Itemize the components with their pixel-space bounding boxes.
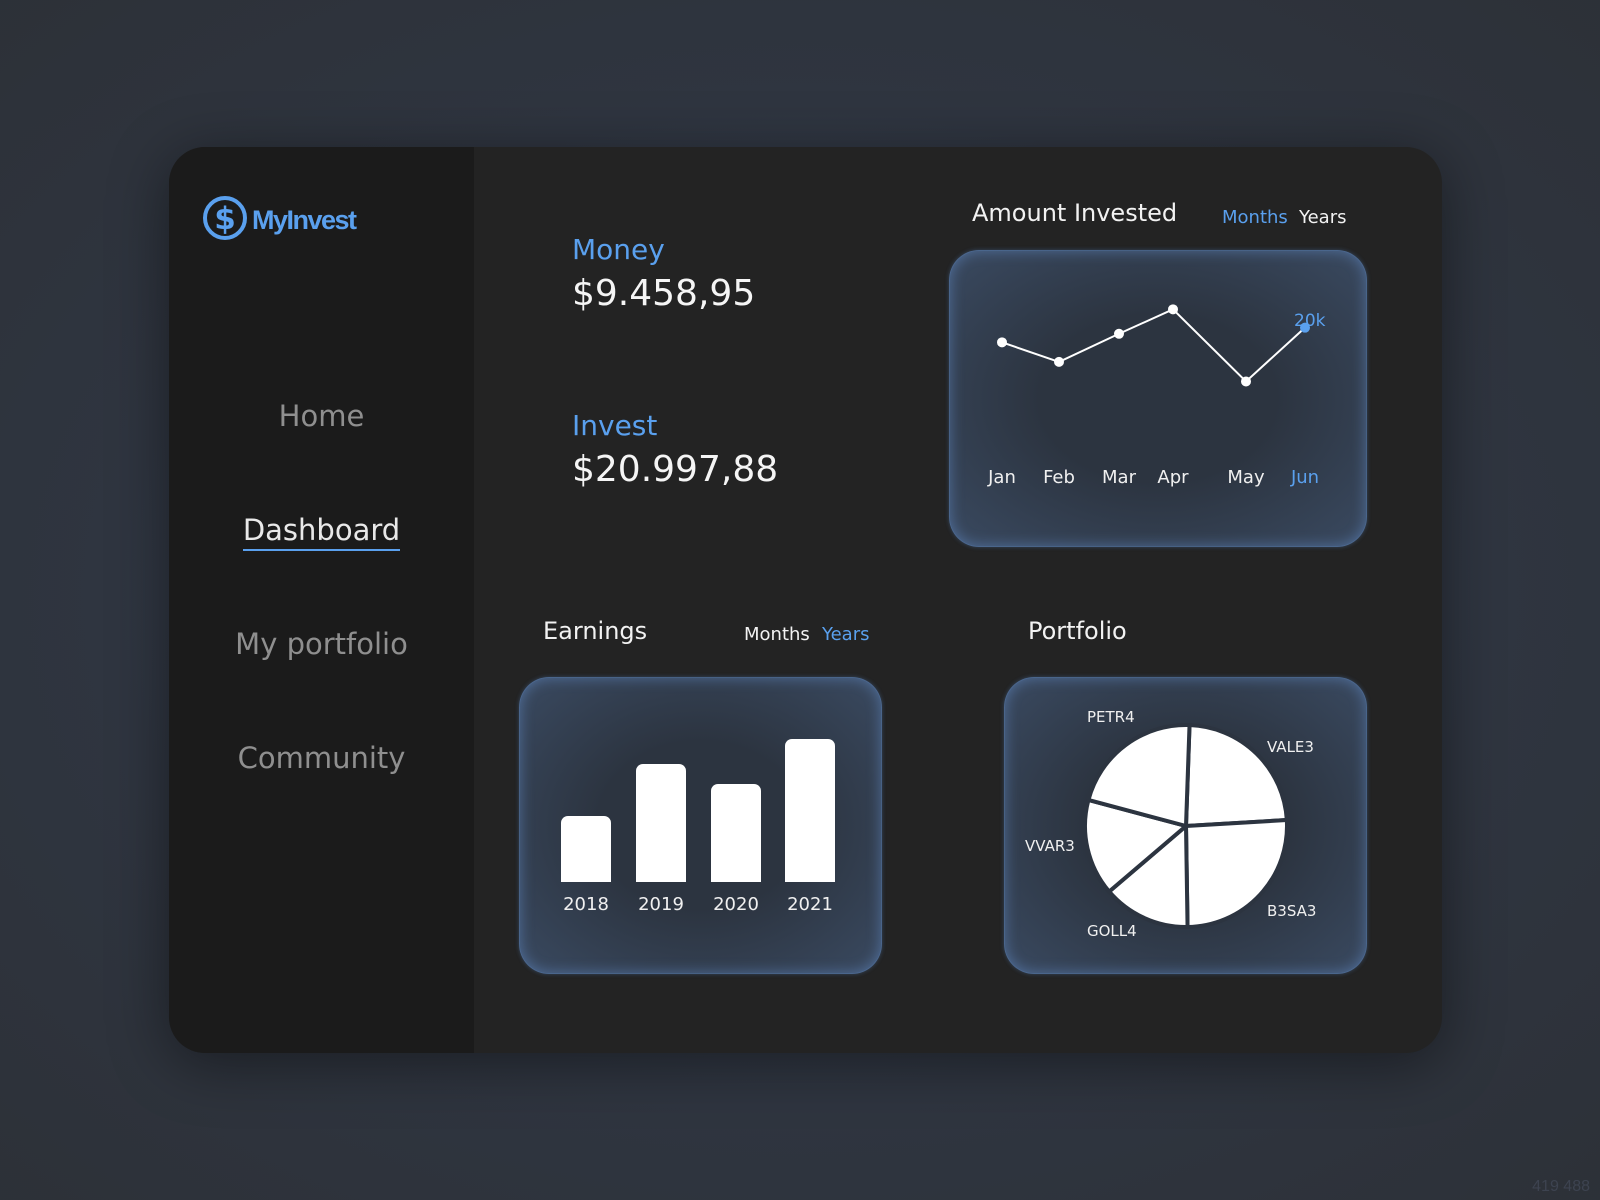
sidebar-item-community[interactable]: Community: [169, 741, 474, 775]
earnings-title: Earnings: [543, 617, 648, 645]
dollar-circle-icon: $: [202, 195, 248, 246]
money-value: $9.458,95: [572, 273, 756, 314]
x-tick-label-mar: Mar: [1102, 467, 1136, 488]
line-point-apr[interactable]: [1168, 304, 1178, 315]
earnings-months-toggle[interactable]: Months: [744, 624, 810, 645]
pie-chart-svg: [1083, 722, 1289, 930]
sidebar-item-label: My portfolio: [235, 627, 408, 661]
line-point-may[interactable]: [1241, 376, 1251, 387]
x-tick-label-jan: Jan: [988, 467, 1016, 488]
app-logo[interactable]: $ MyInvest: [202, 195, 357, 246]
amount-invested-months-toggle[interactable]: Months: [1222, 207, 1288, 228]
x-tick-label-jun: Jun: [1290, 467, 1320, 488]
x-tick-label-feb: Feb: [1043, 467, 1075, 488]
portfolio-title: Portfolio: [1028, 617, 1127, 645]
sidebar: $ MyInvest Home Dashboard My portfolio C…: [169, 147, 474, 1053]
x-tick-label-apr: Apr: [1157, 467, 1189, 488]
amount-invested-title: Amount Invested: [972, 199, 1178, 227]
x-tick-label-may: May: [1227, 467, 1265, 488]
pie-label-vale3: VALE3: [1267, 738, 1314, 756]
sidebar-item-label: Home: [278, 399, 365, 433]
amount-invested-years-toggle[interactable]: Years: [1299, 207, 1347, 228]
sidebar-item-dashboard[interactable]: Dashboard: [169, 513, 474, 551]
pie-label-goll4: GOLL4: [1087, 922, 1137, 940]
line-point-jan[interactable]: [997, 337, 1007, 348]
app-name: MyInvest: [252, 205, 357, 235]
bar-2019[interactable]: [636, 763, 686, 882]
app-window: $ MyInvest Home Dashboard My portfolio C…: [169, 147, 1442, 1053]
bar-2021[interactable]: [785, 738, 835, 882]
sidebar-item-home[interactable]: Home: [169, 399, 474, 433]
bar-label-2021: 2021: [787, 894, 833, 915]
invest-label: Invest: [572, 409, 658, 442]
bar-2020[interactable]: [711, 784, 761, 882]
bar-label-2019: 2019: [638, 894, 684, 915]
sidebar-item-my-portfolio[interactable]: My portfolio: [169, 627, 474, 661]
earnings-chart: 2018 2019 2020 2021: [519, 677, 882, 974]
pie-label-b3sa3: B3SA3: [1267, 902, 1317, 920]
bar-label-2018: 2018: [563, 894, 609, 915]
portfolio-chart: VALE3 B3SA3 GOLL4 VVAR3 PETR4: [1004, 677, 1367, 974]
bar-label-2020: 2020: [713, 894, 759, 915]
sidebar-item-label: Dashboard: [242, 513, 401, 551]
line-highlight-label: 20k: [1294, 311, 1326, 331]
line-point-feb[interactable]: [1054, 356, 1064, 367]
amount-invested-chart: 20k Jan Feb Mar Apr May Jun: [949, 250, 1367, 547]
pie-label-petr4: PETR4: [1087, 708, 1135, 726]
sidebar-item-label: Community: [237, 741, 406, 775]
line-series: [1001, 308, 1306, 383]
line-point-mar[interactable]: [1114, 328, 1124, 339]
bar-2018[interactable]: [561, 816, 611, 882]
earnings-years-toggle[interactable]: Years: [822, 624, 870, 645]
invest-value: $20.997,88: [572, 449, 779, 490]
pie-label-vvar3: VVAR3: [1025, 837, 1075, 855]
svg-text:$: $: [214, 201, 236, 237]
line-chart-svg: [997, 304, 1310, 387]
watermark: 419 488: [1532, 1178, 1590, 1195]
money-label: Money: [572, 233, 665, 266]
